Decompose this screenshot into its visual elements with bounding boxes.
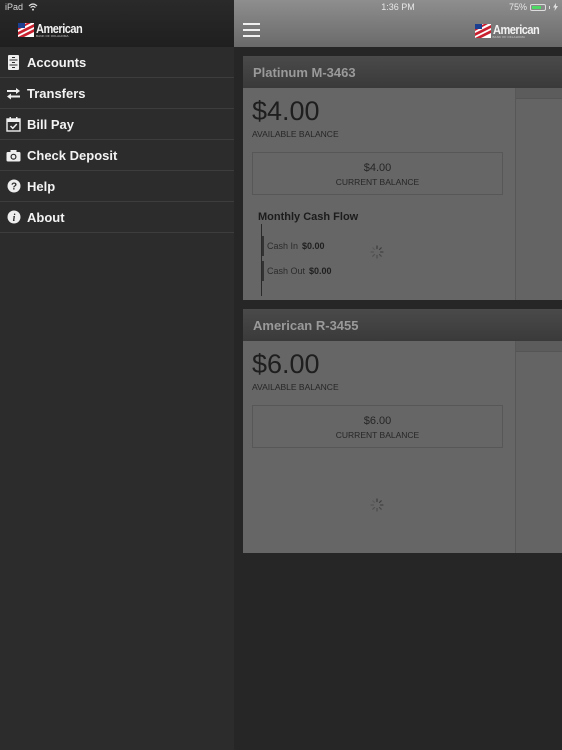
question-icon: ?: [6, 179, 21, 194]
account-card[interactable]: American R-3455 $6.00 AVAILABLE BALANCE …: [243, 309, 562, 553]
loading-spinner-icon: [370, 498, 384, 512]
main-content: 1:36 PM 75% American BANK OF OKLAHOMA Pl…: [234, 0, 562, 750]
cash-out-label: Cash Out: [267, 266, 306, 276]
sidebar-item-label: Accounts: [27, 54, 87, 70]
battery-tip: [549, 5, 550, 9]
sidebar-menu: iPad American BANK OF OKLAHOMA Accounts …: [0, 0, 234, 750]
cash-in-label: Cash In: [267, 241, 299, 251]
cash-in-value: $0.00: [302, 241, 325, 251]
info-icon: i: [6, 210, 21, 225]
status-bar-right: 75%: [509, 2, 558, 12]
transfer-arrows-icon: [6, 86, 21, 101]
current-balance: $4.00: [363, 162, 392, 174]
available-balance-label: AVAILABLE BALANCE: [252, 129, 339, 139]
account-detail-panel: [515, 341, 562, 553]
brand-name: American: [492, 22, 540, 37]
brand-name: American: [36, 21, 83, 36]
hamburger-line: [243, 29, 260, 31]
current-balance-box: $6.00 CURRENT BALANCE: [252, 405, 503, 448]
cash-flow-axis: [261, 224, 262, 296]
cash-out-row: Cash Out $0.00: [262, 261, 332, 281]
cash-out-value: $0.00: [309, 266, 332, 276]
nav-menu: Accounts Transfers Bill Pay Check Deposi…: [0, 47, 234, 233]
wifi-icon: [28, 3, 38, 11]
sidebar-item-transfers[interactable]: Transfers: [0, 78, 234, 109]
sidebar-item-accounts[interactable]: Accounts: [0, 47, 234, 78]
current-balance-box: $4.00 CURRENT BALANCE: [252, 152, 503, 195]
sidebar-item-label: Help: [27, 178, 56, 194]
sidebar-header: iPad American BANK OF OKLAHOMA: [0, 0, 234, 47]
flag-icon: [474, 24, 491, 38]
svg-text:i: i: [12, 213, 15, 224]
flag-icon: [18, 23, 34, 37]
device-label: iPad: [5, 2, 24, 12]
cash-in-bar: [262, 236, 264, 256]
cabinet-icon: [6, 54, 21, 70]
brand-logo: American BANK OF OKLAHOMA: [18, 22, 90, 38]
account-name: Platinum M-3463: [243, 56, 562, 88]
cash-out-bar: [262, 261, 264, 281]
menu-toggle-button[interactable]: [243, 23, 260, 37]
battery-icon: [530, 3, 546, 11]
cash-flow-title: Monthly Cash Flow: [258, 211, 359, 223]
current-balance-label: CURRENT BALANCE: [335, 430, 420, 440]
current-balance: $6.00: [363, 415, 392, 427]
cash-in-row: Cash In $0.00: [262, 236, 325, 256]
camera-icon: [6, 148, 21, 163]
loading-spinner-icon: [370, 245, 384, 259]
account-summary: $4.00 AVAILABLE BALANCE $4.00 CURRENT BA…: [243, 88, 515, 300]
status-bar-left: iPad: [5, 2, 38, 12]
brand-logo: American BANK OF OKLAHOMA: [474, 22, 547, 39]
hamburger-line: [243, 35, 260, 37]
account-summary: $6.00 AVAILABLE BALANCE $6.00 CURRENT BA…: [243, 341, 515, 553]
sidebar-item-label: Transfers: [27, 85, 86, 101]
sidebar-item-label: Check Deposit: [27, 147, 118, 163]
account-detail-panel: [515, 88, 562, 300]
sidebar-item-label: About: [27, 209, 65, 225]
hamburger-line: [243, 23, 260, 25]
svg-text:?: ?: [10, 182, 16, 193]
current-balance-label: CURRENT BALANCE: [335, 177, 420, 187]
sidebar-item-check-deposit[interactable]: Check Deposit: [0, 140, 234, 171]
top-bar: 1:36 PM 75% American BANK OF OKLAHOMA: [234, 0, 562, 47]
sidebar-item-label: Bill Pay: [27, 116, 74, 132]
account-card[interactable]: Platinum M-3463 $4.00 AVAILABLE BALANCE …: [243, 56, 562, 300]
calendar-check-icon: [6, 116, 21, 132]
battery-level: [532, 5, 541, 9]
account-name: American R-3455: [243, 309, 562, 341]
available-balance: $4.00: [252, 96, 320, 126]
available-balance-label: AVAILABLE BALANCE: [252, 382, 339, 392]
panel-header: [516, 88, 562, 99]
charging-icon: [553, 3, 558, 11]
sidebar-item-help[interactable]: ? Help: [0, 171, 234, 202]
panel-header: [516, 341, 562, 352]
available-balance: $6.00: [252, 349, 320, 379]
battery-percent: 75%: [508, 2, 527, 12]
sidebar-item-about[interactable]: i About: [0, 202, 234, 233]
sidebar-item-bill-pay[interactable]: Bill Pay: [0, 109, 234, 140]
